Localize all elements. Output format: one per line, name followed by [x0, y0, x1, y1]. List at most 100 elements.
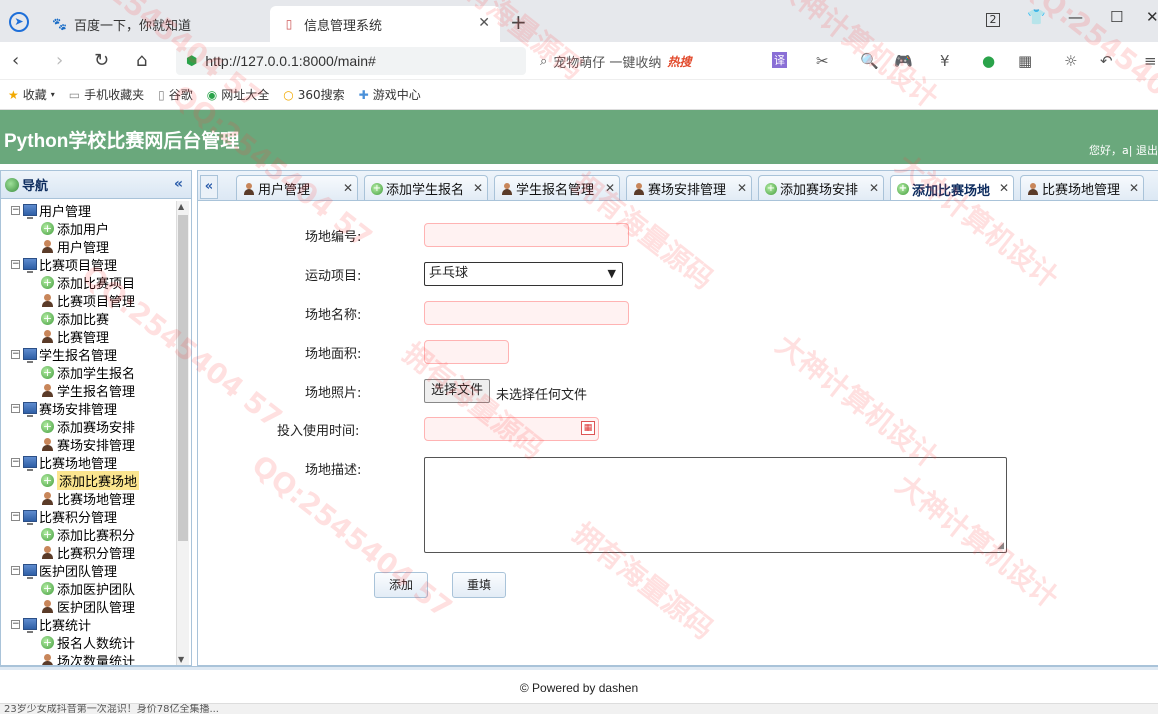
url-bar[interactable]: ⬢ http://127.0.0.1:8000/main# [176, 47, 526, 75]
desc-textarea[interactable]: ◢ [424, 457, 1007, 553]
venue-name-input[interactable] [424, 301, 629, 325]
sidebar-item[interactable]: + 添加比赛项目 [1, 273, 176, 292]
calendar-icon[interactable]: ▦ [581, 421, 595, 435]
browser-tab-active[interactable]: ▯ 信息管理系统 ✕ [270, 6, 500, 42]
content-tab[interactable]: + 添加赛场安排 ✕ [758, 175, 884, 200]
forward-icon[interactable]: › [56, 50, 63, 71]
scrollbar-thumb[interactable] [178, 215, 188, 541]
content-tab[interactable]: + 添加比赛场地 ✕ [890, 175, 1014, 200]
sidebar-item[interactable]: + 添加比赛 [1, 309, 176, 328]
magnifier-icon[interactable]: 🔍 [860, 52, 879, 70]
reset-button[interactable]: 重填 [452, 572, 506, 598]
sidebar-item[interactable]: 比赛积分管理 [1, 543, 176, 562]
navigation-arrow-icon[interactable]: ➤ [9, 12, 29, 32]
green-circle-icon[interactable]: ● [982, 52, 995, 70]
sidebar-group[interactable]: − 比赛统计 [1, 615, 176, 634]
tab-count-badge[interactable]: 2 [986, 13, 1000, 27]
sidebar-group[interactable]: − 比赛积分管理 [1, 507, 176, 526]
sidebar-group[interactable]: − 比赛项目管理 [1, 255, 176, 274]
bookmark-url-directory[interactable]: ◉ 网址大全 [207, 86, 270, 103]
venue-no-input[interactable] [424, 223, 629, 247]
sidebar-item[interactable]: 赛场安排管理 [1, 435, 176, 454]
menu-icon[interactable]: ≡ [1144, 52, 1157, 70]
close-icon[interactable]: ✕ [999, 181, 1009, 195]
sidebar-item[interactable]: + 添加用户 [1, 219, 176, 238]
translate-icon[interactable]: 译 [772, 52, 787, 68]
sidebar-item[interactable]: + 添加赛场安排 [1, 417, 176, 436]
maximize-button[interactable]: ☐ [1110, 8, 1123, 26]
sidebar-item[interactable]: 用户管理 [1, 237, 176, 256]
bookmark-360search[interactable]: ○ 360搜索 [283, 86, 344, 103]
content-tab[interactable]: 学生报名管理 ✕ [494, 175, 620, 200]
choose-file-button[interactable]: 选择文件 [424, 379, 491, 403]
close-icon[interactable]: ✕ [473, 181, 483, 195]
shirt-skin-icon[interactable]: 👕 [1027, 8, 1046, 26]
close-icon[interactable]: ✕ [1129, 181, 1139, 195]
sidebar-scrollbar[interactable]: ▲ ▼ [176, 201, 189, 665]
sport-select[interactable]: 乒乓球 ▼ [424, 262, 623, 286]
sidebar-item[interactable]: + 添加比赛场地 [1, 470, 176, 490]
sidebar-group[interactable]: − 用户管理 [1, 201, 176, 220]
coin-icon[interactable]: ¥ [940, 52, 950, 70]
collapse-sidebar-icon[interactable]: « [174, 176, 183, 192]
tabs-scroll-left-icon[interactable]: « [200, 175, 218, 199]
sidebar-item[interactable]: + 添加比赛积分 [1, 525, 176, 544]
close-window-button[interactable]: ✕ [1146, 8, 1158, 26]
sidebar-group-label: 比赛统计 [39, 618, 92, 634]
collapse-toggle-icon[interactable]: − [11, 511, 20, 521]
sidebar-item[interactable]: + 添加学生报名 [1, 363, 176, 382]
content-tab[interactable]: 赛场安排管理 ✕ [626, 175, 752, 200]
collapse-toggle-icon[interactable]: − [11, 565, 20, 575]
sidebar-item[interactable]: 比赛场地管理 [1, 489, 176, 508]
sidebar-group[interactable]: − 赛场安排管理 [1, 399, 176, 418]
bookmark-mobile[interactable]: ▭ 手机收藏夹 [69, 86, 144, 103]
bookmark-games[interactable]: ✚ 游戏中心 [359, 86, 421, 103]
home-icon[interactable]: ⌂ [136, 50, 147, 71]
collapse-toggle-icon[interactable]: − [11, 205, 20, 215]
start-date-input[interactable] [424, 417, 599, 441]
scissors-icon[interactable]: ✂ [816, 52, 829, 70]
nav-tree: − 用户管理 + 添加用户 用户管理 − 比赛项目管理 + 添加比赛项目 比赛项目管理 + 添加比赛比… [1, 201, 176, 665]
bookmark-favorites[interactable]: ★ 收藏 ▾ [8, 86, 55, 103]
collapse-toggle-icon[interactable]: − [11, 403, 20, 413]
sidebar-item[interactable]: + 报名人数统计 [1, 633, 176, 652]
search-box[interactable]: ⌕ 宠物萌仔 一键收纳 热搜 [540, 47, 750, 75]
resize-grip-icon[interactable]: ◢ [997, 541, 1004, 551]
browser-tab-baidu[interactable]: 🐾 百度一下，你就知道 [40, 6, 268, 42]
sidebar-group[interactable]: − 学生报名管理 [1, 345, 176, 364]
close-icon[interactable]: ✕ [737, 181, 747, 195]
content-tab[interactable]: 用户管理 ✕ [236, 175, 358, 200]
reload-icon[interactable]: ↻ [94, 50, 109, 71]
content-tab[interactable]: + 添加学生报名 ✕ [364, 175, 488, 200]
bookmark-google[interactable]: ▯ 谷歌 [158, 86, 193, 103]
close-icon[interactable]: ✕ [343, 181, 353, 195]
scroll-up-icon[interactable]: ▲ [178, 202, 184, 211]
collapse-toggle-icon[interactable]: − [11, 349, 20, 359]
scroll-down-icon[interactable]: ▼ [178, 655, 184, 664]
sidebar-group[interactable]: − 比赛场地管理 [1, 453, 176, 472]
close-tab-icon[interactable]: ✕ [478, 15, 490, 31]
sidebar-item[interactable]: 比赛管理 [1, 327, 176, 346]
sidebar-item[interactable]: + 添加医护团队 [1, 579, 176, 598]
new-tab-button[interactable]: + [510, 10, 527, 34]
minimize-button[interactable]: — [1068, 8, 1083, 26]
close-icon[interactable]: ✕ [869, 181, 879, 195]
submit-button[interactable]: 添加 [374, 572, 428, 598]
area-input[interactable] [424, 340, 509, 364]
user-greeting[interactable]: 您好，a| 退出 [1089, 142, 1158, 158]
collapse-toggle-icon[interactable]: − [11, 457, 20, 467]
game-controller-icon[interactable]: 🎮 [894, 52, 913, 70]
brightness-icon[interactable]: ☼ [1064, 52, 1077, 70]
grid-apps-icon[interactable]: ▦ [1018, 52, 1032, 70]
collapse-toggle-icon[interactable]: − [11, 259, 20, 269]
sidebar-item[interactable]: 比赛项目管理 [1, 291, 176, 310]
content-tab[interactable]: 比赛场地管理 ✕ [1020, 175, 1144, 200]
sidebar-group[interactable]: − 医护团队管理 [1, 561, 176, 580]
close-icon[interactable]: ✕ [605, 181, 615, 195]
sidebar-item[interactable]: 学生报名管理 [1, 381, 176, 400]
collapse-toggle-icon[interactable]: − [11, 619, 20, 629]
back-icon[interactable]: ‹ [12, 50, 19, 71]
sidebar-item[interactable]: 场次数量统计 [1, 651, 176, 665]
sidebar-item[interactable]: 医护团队管理 [1, 597, 176, 616]
undo-icon[interactable]: ↶ [1100, 52, 1113, 70]
